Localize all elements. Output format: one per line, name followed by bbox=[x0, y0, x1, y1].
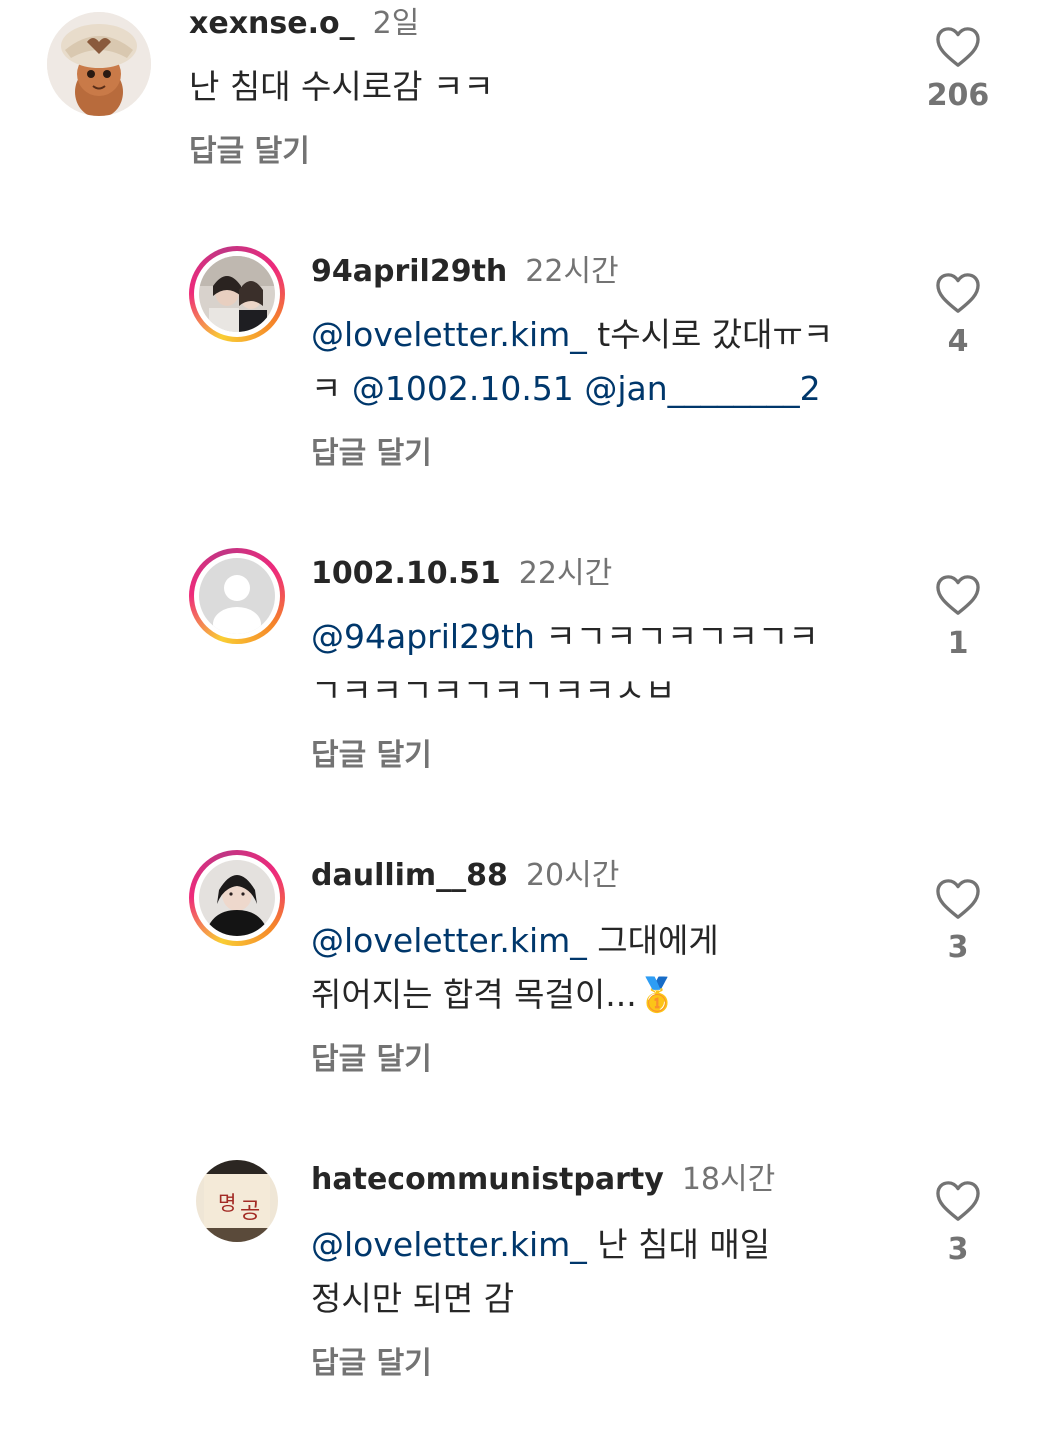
mention-link[interactable]: @94april29th bbox=[311, 617, 535, 656]
comment-text: @loveletter.kim_ 그대에게 쥐어지는 합격 목걸이...🥇 bbox=[311, 914, 901, 1022]
username[interactable]: xexnse.o_ bbox=[189, 6, 355, 41]
like-button[interactable]: 3 bbox=[918, 878, 998, 968]
like-count: 4 bbox=[947, 324, 969, 359]
avatar-image bbox=[199, 860, 275, 936]
avatar-image bbox=[199, 256, 275, 332]
comment-meta: daullim__88 20시간 bbox=[311, 856, 619, 896]
avatar bbox=[199, 860, 275, 936]
mention-link[interactable]: @loveletter.kim_ bbox=[311, 921, 587, 960]
avatar-story-ring[interactable] bbox=[189, 850, 285, 946]
timestamp: 22시간 bbox=[525, 254, 619, 289]
like-count: 206 bbox=[926, 78, 990, 113]
timestamp: 18시간 bbox=[681, 1162, 776, 1197]
heart-icon bbox=[936, 27, 980, 67]
timestamp: 22시간 bbox=[518, 556, 613, 591]
comment-line: ㄱㅋㅋㄱㅋㄱㅋㄱㅋㅋㅅㅂ bbox=[311, 671, 676, 710]
heart-icon bbox=[936, 575, 980, 615]
reply-button[interactable]: 답글 달기 bbox=[311, 1344, 432, 1384]
like-button[interactable]: 4 bbox=[918, 272, 998, 362]
reply-item: 명 공 hatecommunistparty 18시간 @loveletter.k… bbox=[0, 1148, 1046, 1408]
avatar-story-ring[interactable] bbox=[189, 548, 285, 644]
username[interactable]: hatecommunistparty bbox=[311, 1162, 664, 1197]
mention-link[interactable]: @loveletter.kim_ bbox=[311, 1225, 587, 1264]
username[interactable]: 94april29th bbox=[311, 254, 507, 289]
comment-body: 난 침대 매일 bbox=[586, 1225, 771, 1264]
svg-text:명: 명 bbox=[218, 1191, 236, 1215]
comment-line: @loveletter.kim_ 그대에게 bbox=[311, 914, 901, 968]
avatar-image bbox=[47, 12, 151, 116]
reply-item: daullim__88 20시간 @loveletter.kim_ 그대에게 쥐어… bbox=[0, 844, 1046, 1104]
comment-body: ㅋㄱㅋㄱㅋㄱㅋㄱㅋ bbox=[534, 617, 819, 656]
avatar[interactable]: 명 공 bbox=[196, 1160, 278, 1242]
mention-link[interactable]: @loveletter.kim_ bbox=[311, 315, 587, 354]
timestamp: 20시간 bbox=[525, 858, 620, 893]
comment-line: @loveletter.kim_ 난 침대 매일 bbox=[311, 1218, 901, 1272]
like-count: 1 bbox=[947, 626, 969, 661]
timestamp: 2일 bbox=[372, 6, 420, 41]
comment-meta: 1002.10.51 22시간 bbox=[311, 554, 612, 594]
avatar bbox=[199, 256, 275, 332]
comment-line: 정시만 되면 감 bbox=[311, 1279, 515, 1318]
avatar-story-ring[interactable] bbox=[189, 246, 285, 342]
comment-text: @loveletter.kim_ t수시로 갔대ㅠㅋ ㅋ @1002.10.51… bbox=[311, 308, 901, 416]
like-button[interactable]: 206 bbox=[918, 26, 998, 116]
reply-button[interactable]: 답글 달기 bbox=[311, 434, 432, 474]
reply-button[interactable]: 답글 달기 bbox=[311, 1040, 432, 1080]
heart-icon bbox=[936, 879, 980, 919]
comment-line: @loveletter.kim_ t수시로 갔대ㅠㅋ bbox=[311, 308, 901, 362]
avatar-image: 명 공 bbox=[196, 1160, 278, 1242]
comment-text: 난 침대 수시로감 ㅋㅋ bbox=[189, 60, 494, 114]
comment-body: 그대에게 bbox=[586, 921, 719, 960]
comment-meta: hatecommunistparty 18시간 bbox=[311, 1160, 775, 1200]
comment-line: 쥐어지는 합격 목걸이...🥇 bbox=[311, 975, 678, 1014]
comment-meta: xexnse.o_ 2일 bbox=[189, 4, 419, 44]
username[interactable]: 1002.10.51 bbox=[311, 556, 501, 591]
default-avatar-icon bbox=[199, 558, 275, 634]
comment-item: xexnse.o_ 2일 난 침대 수시로감 ㅋㅋ 답글 달기 206 bbox=[0, 0, 1046, 200]
heart-icon bbox=[936, 1181, 980, 1221]
comment-line: ㅋ @1002.10.51 @jan________2 bbox=[311, 362, 901, 416]
avatar bbox=[199, 558, 275, 634]
reply-button[interactable]: 답글 달기 bbox=[189, 132, 310, 172]
reply-button[interactable]: 답글 달기 bbox=[311, 736, 432, 776]
like-count: 3 bbox=[947, 1232, 969, 1267]
comment-text: @94april29th ㅋㄱㅋㄱㅋㄱㅋㄱㅋ ㄱㅋㅋㄱㅋㄱㅋㄱㅋㅋㅅㅂ bbox=[311, 610, 901, 718]
comment-text: @loveletter.kim_ 난 침대 매일 정시만 되면 감 bbox=[311, 1218, 901, 1326]
avatar[interactable] bbox=[47, 12, 151, 116]
svg-text:공: 공 bbox=[240, 1199, 260, 1224]
username[interactable]: daullim__88 bbox=[311, 858, 508, 893]
mention-link[interactable]: @jan________2 bbox=[584, 369, 820, 408]
like-button[interactable]: 1 bbox=[918, 574, 998, 664]
comment-line: @94april29th ㅋㄱㅋㄱㅋㄱㅋㄱㅋ bbox=[311, 610, 901, 664]
comment-body: 난 침대 수시로감 ㅋㅋ bbox=[189, 67, 494, 106]
heart-icon bbox=[936, 273, 980, 313]
like-button[interactable]: 3 bbox=[918, 1180, 998, 1270]
comment-body: t수시로 갔대ㅠㅋ bbox=[586, 315, 834, 354]
reply-item: 94april29th 22시간 @loveletter.kim_ t수시로 갔대… bbox=[0, 240, 1046, 500]
comment-body: ㅋ bbox=[311, 369, 352, 408]
mention-link[interactable]: @1002.10.51 bbox=[352, 369, 574, 408]
comment-meta: 94april29th 22시간 bbox=[311, 252, 619, 292]
like-count: 3 bbox=[947, 930, 969, 965]
reply-item: 1002.10.51 22시간 @94april29th ㅋㄱㅋㄱㅋㄱㅋㄱㅋ ㄱㅋ… bbox=[0, 542, 1046, 802]
